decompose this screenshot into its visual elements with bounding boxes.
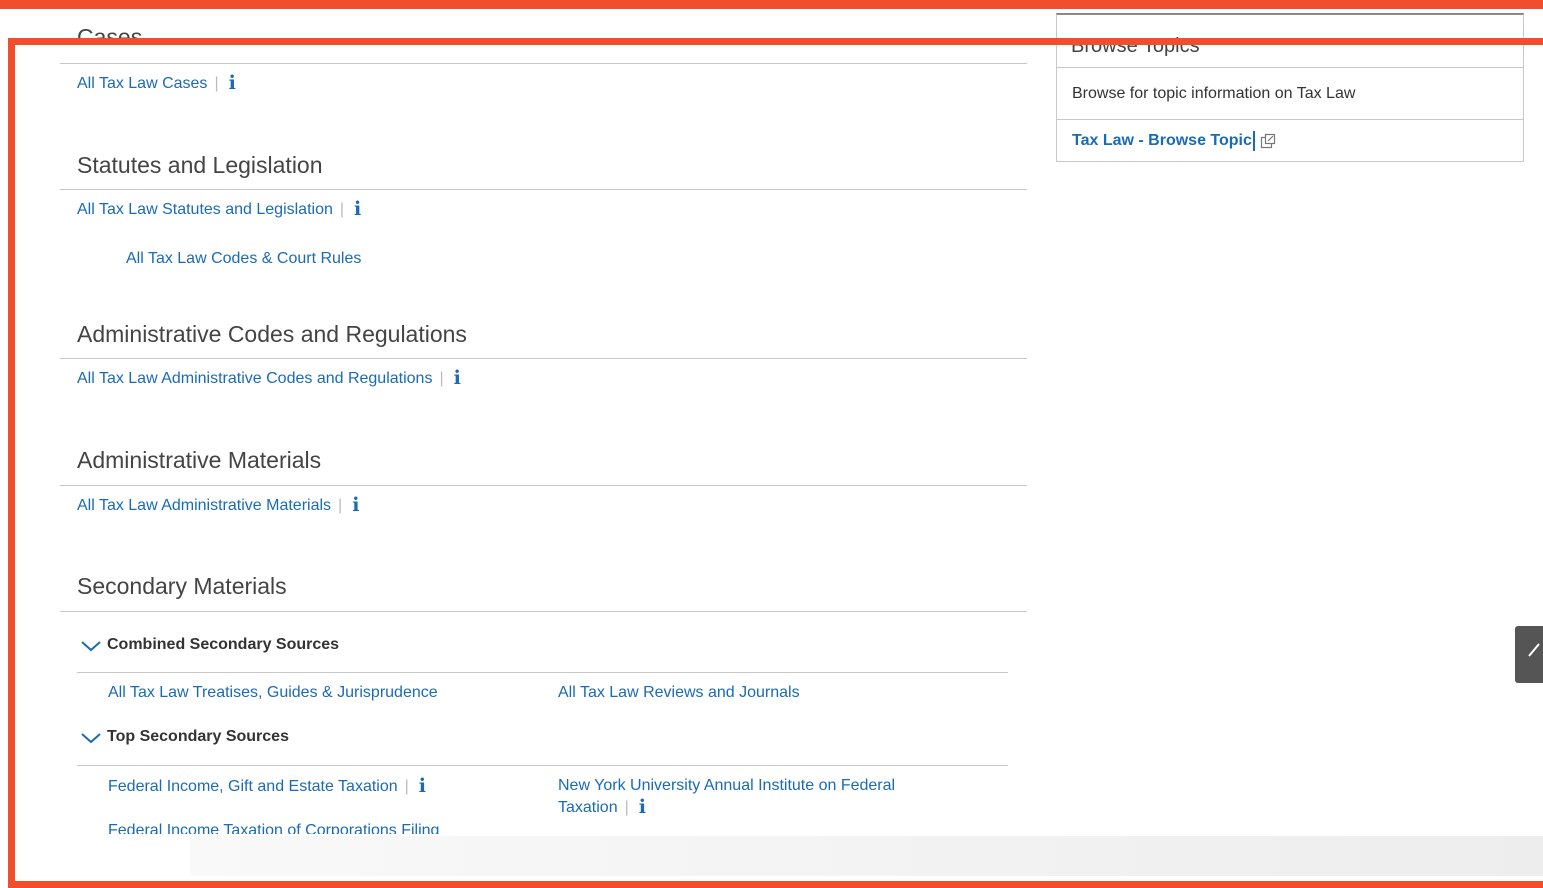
separator: |: [214, 74, 219, 92]
link-row-corporations: Federal Income Taxation of Corporations …: [108, 822, 439, 834]
link-row-statutes: All Tax Law Statutes and Legislation | i: [77, 200, 361, 219]
all-tax-law-cases-link[interactable]: All Tax Law Cases: [77, 75, 207, 93]
group-label: Top Secondary Sources: [107, 728, 289, 745]
federal-income-corporations-link[interactable]: Federal Income Taxation of Corporations …: [108, 822, 439, 834]
link-row-cases: All Tax Law Cases | i: [77, 74, 236, 93]
chevron-down-icon: [81, 733, 101, 744]
section-title-cases: Cases: [77, 24, 143, 50]
all-tax-law-codes-link[interactable]: All Tax Law Codes & Court Rules: [126, 250, 361, 268]
separator: |: [338, 496, 343, 514]
all-tax-law-admin-materials-link[interactable]: All Tax Law Administrative Materials: [77, 497, 331, 515]
reviews-journals-link[interactable]: All Tax Law Reviews and Journals: [558, 684, 800, 702]
browse-topics-panel: Browse Topics Browse for topic informati…: [1056, 13, 1524, 162]
group-top-secondary[interactable]: Top Secondary Sources: [80, 728, 289, 746]
group-combined-secondary[interactable]: Combined Secondary Sources: [80, 636, 339, 654]
federal-income-gift-estate-link[interactable]: Federal Income, Gift and Estate Taxation: [108, 778, 398, 796]
info-icon[interactable]: i: [454, 369, 461, 388]
separator: |: [404, 777, 409, 795]
group-label: Combined Secondary Sources: [107, 636, 340, 653]
text-cursor: [1252, 131, 1255, 151]
arrow-up-icon: [1528, 643, 1540, 657]
external-link-icon[interactable]: [1260, 133, 1276, 149]
tax-law-browse-topic-link[interactable]: Tax Law - Browse Topic: [1072, 132, 1252, 150]
link-row-nyu: New York University Annual Institute on …: [558, 777, 895, 795]
info-icon[interactable]: i: [352, 496, 359, 515]
divider: [60, 189, 1027, 190]
divider: [60, 63, 1027, 64]
divider: [77, 765, 1008, 766]
browse-topics-title: Browse Topics: [1071, 35, 1200, 57]
section-title-statutes: Statutes and Legislation: [77, 152, 323, 178]
link-row-codes: All Tax Law Codes & Court Rules: [126, 250, 361, 268]
scroll-to-top-button[interactable]: [1515, 626, 1543, 683]
all-tax-law-statutes-link[interactable]: All Tax Law Statutes and Legislation: [77, 201, 333, 219]
info-icon[interactable]: i: [354, 200, 361, 219]
info-icon[interactable]: i: [639, 798, 646, 817]
info-icon[interactable]: i: [419, 777, 426, 796]
link-row-nyu-cont: Taxation | i: [558, 798, 646, 817]
browse-topic-link-row: Tax Law - Browse Topic: [1072, 131, 1276, 151]
browse-topics-description: Browse for topic information on Tax Law: [1072, 85, 1356, 102]
divider: [60, 485, 1027, 486]
divider: [1057, 119, 1523, 120]
separator: |: [624, 798, 629, 816]
all-tax-law-admin-codes-link[interactable]: All Tax Law Administrative Codes and Reg…: [77, 370, 432, 388]
divider: [60, 358, 1027, 359]
link-row-federal-income: Federal Income, Gift and Estate Taxation…: [108, 777, 426, 796]
section-title-admin-materials: Administrative Materials: [77, 447, 322, 473]
nyu-institute-link-cont[interactable]: Taxation: [558, 799, 618, 817]
nyu-institute-link[interactable]: New York University Annual Institute on …: [558, 777, 895, 795]
link-row-treatises: All Tax Law Treatises, Guides & Jurispru…: [108, 684, 438, 702]
chevron-down-icon: [81, 641, 101, 652]
divider: [1057, 67, 1523, 68]
section-title-secondary: Secondary Materials: [77, 573, 287, 599]
divider: [60, 611, 1027, 612]
divider: [77, 672, 1008, 673]
section-title-admin-codes: Administrative Codes and Regulations: [77, 321, 467, 347]
info-icon[interactable]: i: [229, 74, 236, 93]
bottom-overlay: [190, 836, 1543, 876]
separator: |: [439, 369, 444, 387]
link-row-admin-materials: All Tax Law Administrative Materials | i: [77, 496, 359, 515]
treatises-guides-link[interactable]: All Tax Law Treatises, Guides & Jurispru…: [108, 684, 438, 702]
highlight-bar-top: [0, 0, 1543, 9]
separator: |: [339, 200, 345, 218]
link-row-admin-codes: All Tax Law Administrative Codes and Reg…: [77, 369, 461, 388]
link-row-reviews: All Tax Law Reviews and Journals: [558, 684, 800, 702]
